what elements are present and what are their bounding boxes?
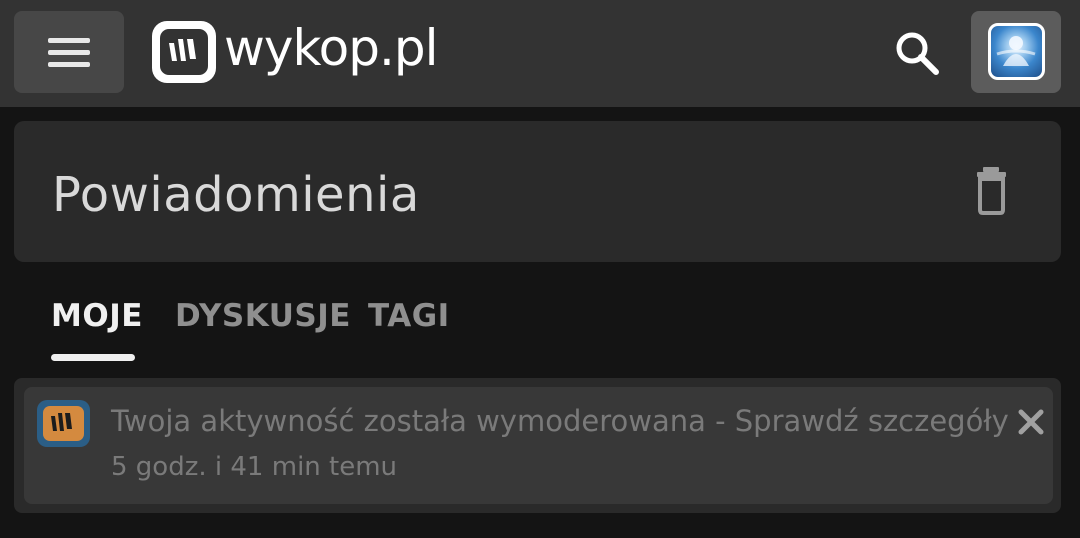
wykop-logo-icon [152,21,216,83]
tab-moje[interactable]: MOJE [51,295,143,337]
notification-item[interactable]: Twoja aktywność została wymoderowana - S… [24,387,1053,504]
search-button[interactable] [890,26,946,82]
trash-icon [977,167,1006,215]
logo-text: wykop.pl [224,19,439,77]
dismiss-notification-button[interactable] [1014,405,1048,439]
user-avatar [988,23,1045,80]
user-avatar-button[interactable] [971,11,1061,93]
hamburger-menu-button[interactable] [14,11,124,93]
notification-text[interactable]: Twoja aktywność została wymoderowana - S… [111,401,1009,441]
page-title: Powiadomienia [52,167,420,223]
wykop-logo[interactable]: wykop.pl [152,19,439,84]
clear-notifications-button[interactable] [970,165,1016,215]
tab-dyskusje[interactable]: DYSKUSJE [175,295,351,337]
tab-tagi[interactable]: TAGI [368,295,450,337]
close-icon [1018,409,1044,435]
notification-time: 5 godz. i 41 min temu [111,452,398,482]
wykop-logo-icon [37,400,90,447]
notification-list: Twoja aktywność została wymoderowana - S… [14,378,1061,513]
page-header-card: Powiadomienia [14,121,1061,262]
top-navigation-bar: wykop.pl [0,0,1080,107]
search-icon [896,32,939,75]
active-tab-indicator [51,354,135,361]
